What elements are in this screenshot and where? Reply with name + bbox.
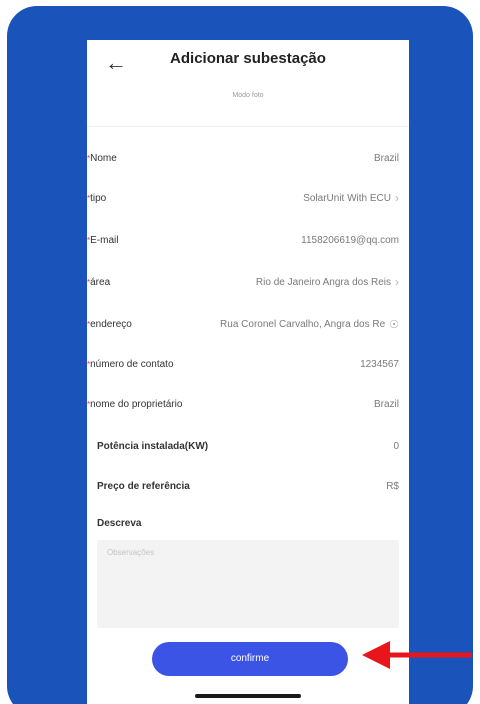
field-row-nome[interactable]: *Nome Brazil <box>87 146 409 170</box>
description-textarea[interactable]: Observações <box>97 540 399 628</box>
field-label: endereço <box>90 318 132 330</box>
phone-screen: ← Adicionar subestação Modo foto *Nome B… <box>87 40 409 704</box>
location-pin-icon[interactable]: ☉ <box>389 318 399 331</box>
field-value[interactable]: 1158206619@qq.com <box>301 235 399 246</box>
field-row-potencia[interactable]: Potência instalada(KW) 0 <box>87 434 409 458</box>
page-subtitle: Modo foto <box>232 92 264 99</box>
field-row-email[interactable]: *E-mail 1158206619@qq.com <box>87 228 409 252</box>
red-arrow-annotation-icon <box>362 641 472 669</box>
confirm-button[interactable]: confirme <box>152 642 348 676</box>
field-label: Potência instalada(KW) <box>97 440 209 452</box>
header-divider <box>87 126 409 127</box>
field-value[interactable]: Rua Coronel Carvalho, Angra dos Re <box>220 319 385 330</box>
field-value[interactable]: 0 <box>393 441 399 452</box>
field-label: E-mail <box>90 234 119 246</box>
field-value[interactable]: 1234567 <box>360 359 399 370</box>
field-value[interactable]: R$ <box>386 481 399 492</box>
chevron-right-icon[interactable]: › <box>395 191 399 205</box>
field-value[interactable]: SolarUnit With ECU <box>303 193 391 204</box>
field-label: tipo <box>90 192 107 204</box>
field-label: área <box>90 276 111 288</box>
chevron-right-icon[interactable]: › <box>395 275 399 289</box>
field-row-area[interactable]: *área Rio de Janeiro Angra dos Reis › <box>87 270 409 294</box>
home-indicator <box>195 694 301 698</box>
field-row-tipo[interactable]: *tipo SolarUnit With ECU › <box>87 186 409 210</box>
header: ← Adicionar subestação Modo foto <box>87 40 409 130</box>
field-label: Nome <box>90 152 117 164</box>
field-label: Preço de referência <box>97 480 190 492</box>
field-row-endereco[interactable]: *endereço Rua Coronel Carvalho, Angra do… <box>87 312 409 336</box>
field-row-preco[interactable]: Preço de referência R$ <box>87 474 409 498</box>
field-value[interactable]: Brazil <box>374 153 399 164</box>
field-label: nome do proprietário <box>90 398 183 410</box>
description-label: Descreva <box>97 518 142 529</box>
page-title: Adicionar subestação <box>170 50 326 67</box>
field-row-proprietario[interactable]: *nome do proprietário Brazil <box>87 392 409 416</box>
field-value[interactable]: Rio de Janeiro Angra dos Reis <box>256 277 391 288</box>
field-label: número de contato <box>90 358 174 370</box>
field-row-numero[interactable]: *número de contato 1234567 <box>87 352 409 376</box>
field-value[interactable]: Brazil <box>374 399 399 410</box>
